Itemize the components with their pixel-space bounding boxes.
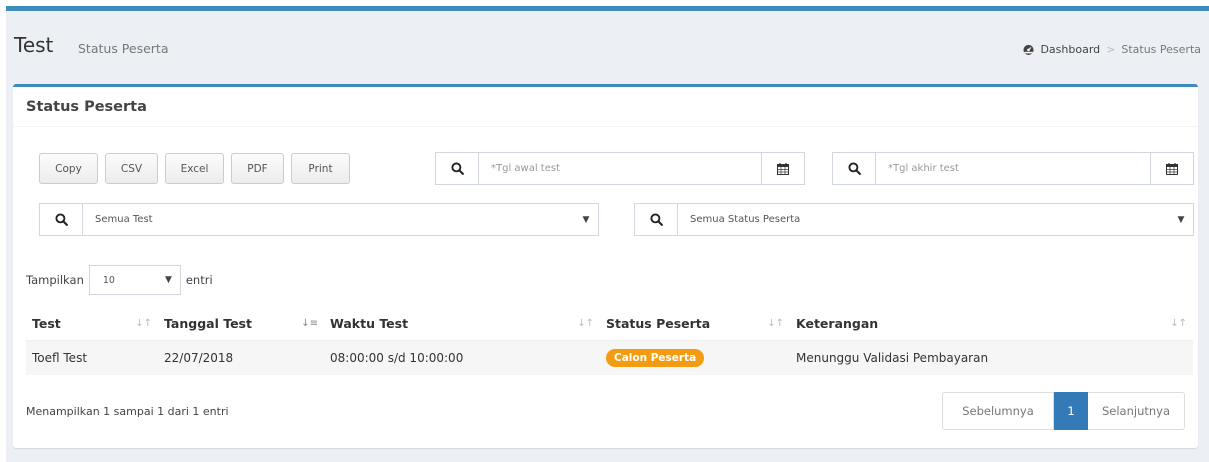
cell-status: Calon Peserta: [600, 340, 790, 375]
cell-date: 22/07/2018: [158, 340, 324, 375]
column-header-keterangan[interactable]: Keterangan ↓↑: [790, 308, 1193, 341]
test-select-group: Semua Test ▼: [39, 203, 599, 236]
chevron-down-icon[interactable]: ▼: [1169, 204, 1193, 235]
search-icon: [54, 213, 68, 226]
chevron-down-icon[interactable]: ▼: [574, 204, 598, 235]
calendar-icon: [777, 162, 789, 175]
box-title: Status Peserta: [26, 99, 147, 115]
status-table: Test ↓↑ Tanggal Test ↓≡ Waktu Test ↓↑ St…: [26, 308, 1193, 375]
column-label: Status Peserta: [606, 316, 711, 332]
table-row[interactable]: Toefl Test 22/07/2018 08:00:00 s/d 10:00…: [26, 340, 1193, 375]
start-date-calendar-addon[interactable]: [761, 153, 804, 184]
pagination-page-1[interactable]: 1: [1054, 392, 1088, 430]
start-date-search-addon: [436, 153, 479, 184]
pagination-next[interactable]: Selanjutnya: [1088, 392, 1185, 430]
sort-icon: ↓↑: [1170, 318, 1187, 329]
breadcrumb-dashboard-link[interactable]: Dashboard: [1040, 43, 1100, 56]
end-date-calendar-addon[interactable]: [1150, 153, 1193, 184]
sort-icon: ↓↑: [767, 318, 784, 329]
table-info: Menampilkan 1 sampai 1 dari 1 entri: [26, 405, 229, 418]
cell-time: 08:00:00 s/d 10:00:00: [324, 340, 600, 375]
chevron-down-icon: ▼: [164, 275, 172, 285]
calendar-icon: [1166, 162, 1178, 175]
status-select-search-addon: [635, 204, 678, 235]
content-header: Test Status Peserta Dashboard > Status P…: [6, 11, 1209, 76]
column-header-status[interactable]: Status Peserta ↓↑: [600, 308, 790, 341]
length-select[interactable]: 10 ▼: [88, 265, 181, 295]
search-icon: [847, 162, 861, 175]
end-date-search-addon: [833, 153, 876, 184]
excel-button[interactable]: Excel: [165, 153, 224, 184]
end-date-input[interactable]: *Tgl akhir test: [876, 153, 1150, 184]
status-select[interactable]: Semua Status Peserta: [678, 204, 1169, 235]
column-label: Tanggal Test: [164, 316, 252, 332]
status-select-group: Semua Status Peserta ▼: [634, 203, 1194, 236]
start-date-input[interactable]: *Tgl awal test: [479, 153, 761, 184]
column-label: Keterangan: [796, 316, 879, 332]
length-control: Tampilkan 10 ▼ entri: [26, 265, 213, 295]
pdf-button[interactable]: PDF: [231, 153, 284, 184]
end-date-group: *Tgl akhir test: [832, 152, 1194, 185]
column-header-waktu[interactable]: Waktu Test ↓↑: [324, 308, 600, 341]
breadcrumb: Dashboard > Status Peserta: [1023, 43, 1201, 56]
breadcrumb-separator: >: [1106, 43, 1116, 56]
test-select-search-addon: [40, 204, 83, 235]
status-peserta-box: Status Peserta Copy CSV Excel PDF Print …: [13, 84, 1198, 448]
start-date-group: *Tgl awal test: [435, 152, 805, 185]
search-icon: [649, 213, 663, 226]
sort-icon: ↓↑: [577, 318, 594, 329]
length-label-after: entri: [185, 273, 213, 287]
breadcrumb-current: Status Peserta: [1121, 43, 1201, 56]
length-select-value: 10: [102, 274, 115, 286]
search-icon: [450, 162, 464, 175]
pagination: Sebelumnya 1 Selanjutnya: [942, 392, 1185, 430]
print-button[interactable]: Print: [291, 153, 350, 184]
length-label-before: Tampilkan: [26, 273, 84, 287]
cell-test: Toefl Test: [26, 340, 158, 375]
page-subtitle: Status Peserta: [78, 41, 169, 56]
sort-desc-icon: ↓≡: [301, 318, 318, 329]
dashboard-icon: [1023, 44, 1034, 55]
box-header: Status Peserta: [13, 87, 1198, 127]
column-label: Test: [32, 316, 61, 332]
test-select[interactable]: Semua Test: [83, 204, 574, 235]
sort-icon: ↓↑: [135, 318, 152, 329]
page-title: Test: [14, 33, 54, 57]
csv-button[interactable]: CSV: [105, 153, 158, 184]
status-badge: Calon Peserta: [606, 348, 705, 367]
column-header-tanggal[interactable]: Tanggal Test ↓≡: [158, 308, 324, 341]
cell-note: Menunggu Validasi Pembayaran: [790, 340, 1193, 375]
pagination-previous[interactable]: Sebelumnya: [942, 392, 1054, 430]
column-header-test[interactable]: Test ↓↑: [26, 308, 158, 341]
copy-button[interactable]: Copy: [39, 153, 98, 184]
column-label: Waktu Test: [330, 316, 409, 332]
table-header-row: Test ↓↑ Tanggal Test ↓≡ Waktu Test ↓↑ St…: [26, 308, 1193, 341]
content-wrapper: Test Status Peserta Dashboard > Status P…: [6, 6, 1209, 462]
